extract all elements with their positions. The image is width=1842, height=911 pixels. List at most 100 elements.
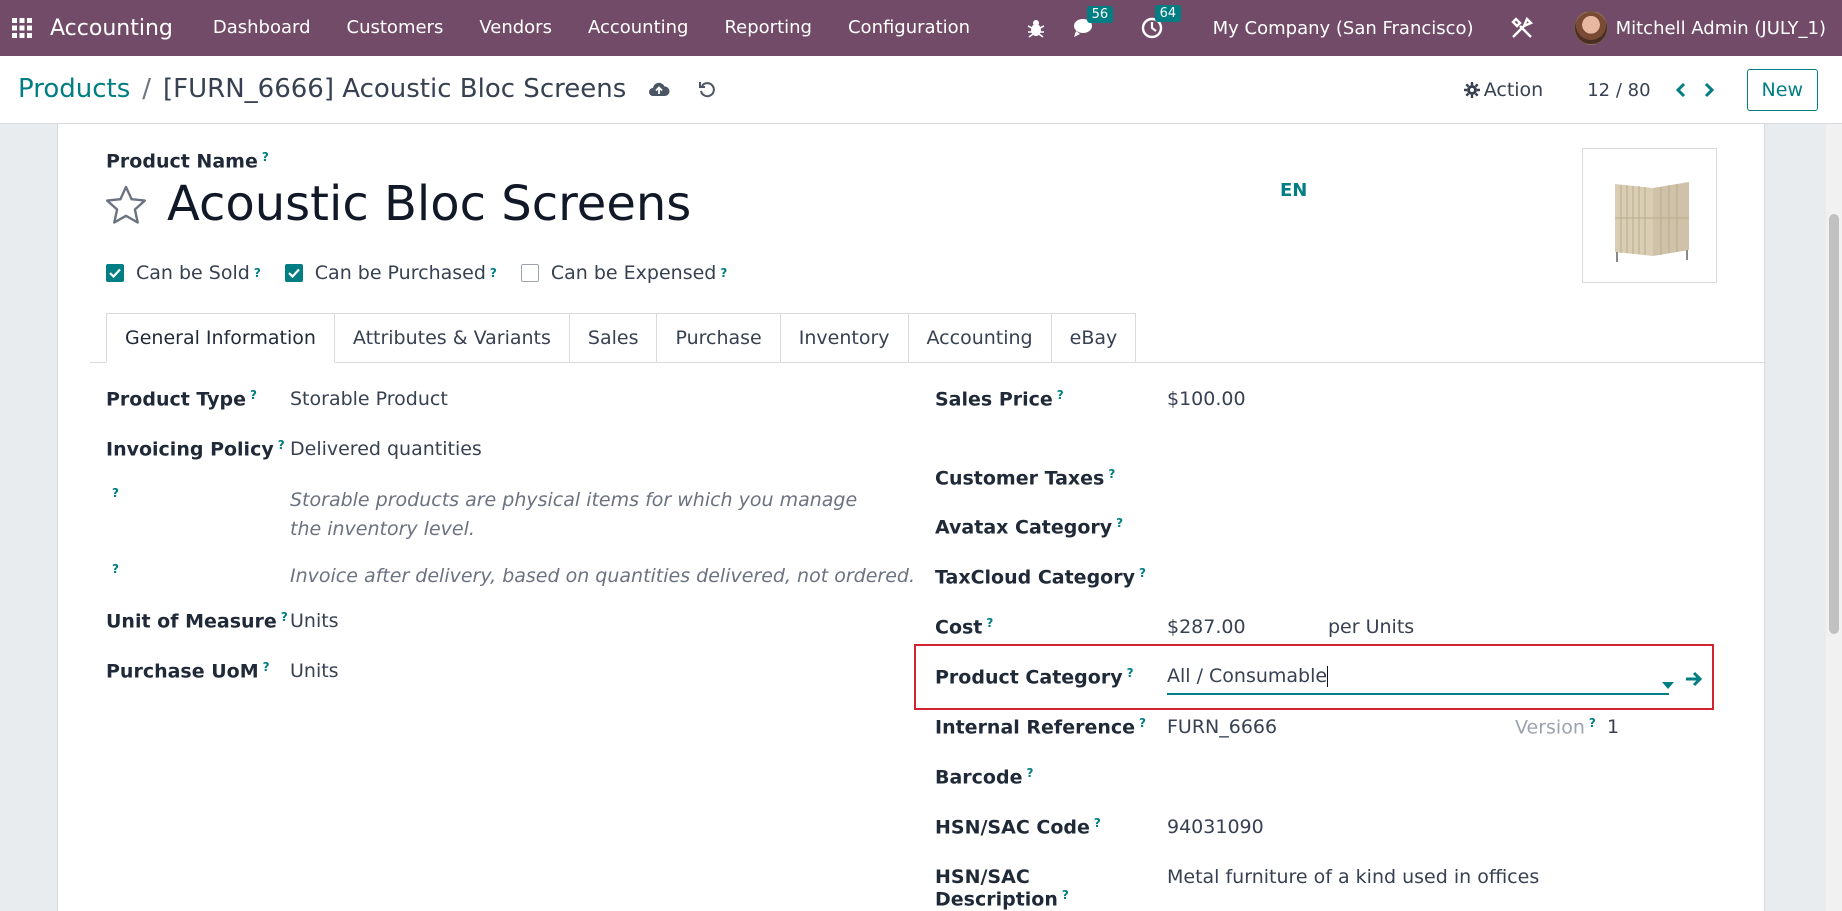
bug-icon[interactable]: [1027, 18, 1045, 38]
hsn-code-field[interactable]: 94031090: [1167, 816, 1264, 838]
uom-field[interactable]: Units: [290, 610, 339, 632]
breadcrumb-products-link[interactable]: Products: [18, 74, 130, 104]
product-type-note-row: ? Storable products are physical items f…: [106, 486, 870, 544]
menu-vendors[interactable]: Vendors: [461, 0, 570, 56]
user-name: Mitchell Admin (JULY_1): [1615, 17, 1826, 39]
tab-accounting[interactable]: Accounting: [907, 313, 1052, 362]
chat-icon[interactable]: 56: [1073, 6, 1114, 38]
control-panel-right: Action 12 / 80 New: [1463, 68, 1818, 112]
company-switcher[interactable]: My Company (San Francisco): [1213, 18, 1474, 39]
cost-row: Cost? $287.00 per Units: [935, 616, 1415, 639]
menu-configuration[interactable]: Configuration: [830, 0, 988, 56]
action-label: Action: [1483, 79, 1544, 101]
sales-price-row: Sales Price? $100.00: [935, 388, 1246, 411]
page-scrollbar[interactable]: [1826, 124, 1842, 911]
product-category-input[interactable]: All / Consumable: [1167, 665, 1669, 695]
product-category-value: All / Consumable: [1167, 665, 1328, 687]
pager-value[interactable]: 12 / 80: [1587, 80, 1650, 101]
taxcloud-row: TaxCloud Category?: [935, 566, 1146, 589]
product-image[interactable]: [1582, 148, 1717, 283]
breadcrumb-separator: /: [142, 74, 152, 104]
sales-price-field[interactable]: $100.00: [1167, 388, 1246, 410]
avatax-row: Avatax Category?: [935, 516, 1124, 539]
hsn-description-row: HSN/SAC Description? Metal furniture of …: [935, 866, 1540, 911]
tab-purchase[interactable]: Purchase: [656, 313, 781, 362]
arrow-right-icon[interactable]: [1685, 670, 1703, 692]
chevron-right-icon[interactable]: [1703, 82, 1715, 98]
breadcrumb: Products / [FURN_6666] Acoustic Bloc Scr…: [18, 74, 716, 104]
app-brand[interactable]: Accounting: [50, 16, 173, 41]
cost-field[interactable]: $287.00: [1167, 616, 1328, 638]
product-category-row: Product Category?: [935, 666, 1134, 689]
internal-reference-label: Internal Reference: [935, 716, 1136, 739]
product-type-field[interactable]: Storable Product: [290, 388, 448, 410]
clock-icon[interactable]: 64: [1141, 5, 1182, 39]
new-button[interactable]: New: [1746, 69, 1818, 111]
can-be-expensed-label: Can be Expensed: [550, 262, 717, 284]
barcode-label: Barcode: [935, 766, 1023, 789]
check-icon: [106, 264, 124, 282]
can-be-expensed-checkbox[interactable]: Can be Expensed?: [520, 262, 727, 284]
hsn-code-label: HSN/SAC Code: [935, 816, 1090, 839]
can-be-purchased-label: Can be Purchased: [314, 262, 486, 284]
menu-accounting[interactable]: Accounting: [570, 0, 707, 56]
uom-label: Unit of Measure: [106, 610, 277, 633]
product-flags: Can be Sold? Can be Purchased? Can be Ex…: [106, 262, 751, 284]
tools-icon[interactable]: [1510, 16, 1534, 40]
apps-grid-icon[interactable]: [0, 0, 44, 56]
invoicing-policy-row: Invoicing Policy? Delivered quantities: [106, 438, 482, 461]
tab-ebay[interactable]: eBay: [1050, 313, 1137, 362]
cloud-upload-icon[interactable]: [648, 80, 670, 98]
cost-unit: per Units: [1328, 616, 1415, 639]
star-icon[interactable]: [104, 184, 148, 230]
version-field[interactable]: 1: [1607, 716, 1619, 738]
gear-icon: [1463, 82, 1480, 98]
purchase-uom-field[interactable]: Units: [290, 660, 339, 682]
invoicing-policy-field[interactable]: Delivered quantities: [290, 438, 482, 460]
check-icon: [284, 264, 303, 282]
tab-inventory[interactable]: Inventory: [779, 313, 909, 362]
version-label: Version: [1515, 716, 1585, 739]
tab-general-information[interactable]: General Information: [106, 313, 335, 363]
user-menu[interactable]: Mitchell Admin (JULY_1): [1573, 11, 1826, 45]
avatax-label: Avatax Category: [935, 516, 1113, 539]
internal-reference-field[interactable]: FURN_6666: [1167, 716, 1515, 738]
hsn-description-field[interactable]: Metal furniture of a kind used in office…: [1167, 866, 1539, 888]
sales-price-label: Sales Price: [935, 388, 1053, 411]
caret-down-icon[interactable]: [1662, 675, 1674, 694]
menu-reporting[interactable]: Reporting: [706, 0, 830, 56]
can-be-sold-checkbox[interactable]: Can be Sold?: [106, 262, 261, 284]
product-type-note: Storable products are physical items for…: [290, 489, 858, 540]
undo-icon[interactable]: [698, 80, 716, 98]
control-panel: Products / [FURN_6666] Acoustic Bloc Scr…: [0, 56, 1842, 124]
can-be-sold-label: Can be Sold: [136, 262, 250, 284]
chevron-left-icon[interactable]: [1675, 82, 1687, 98]
can-be-purchased-checkbox[interactable]: Can be Purchased?: [284, 262, 497, 284]
top-navbar: Accounting Dashboard Customers Vendors A…: [0, 0, 1842, 56]
product-type-row: Product Type? Storable Product: [106, 388, 448, 411]
main-menu: Dashboard Customers Vendors Accounting R…: [195, 0, 988, 56]
product-name-label: Product Name?: [106, 150, 269, 173]
tab-sales[interactable]: Sales: [568, 313, 658, 362]
breadcrumb-current: [FURN_6666] Acoustic Bloc Screens: [163, 74, 627, 104]
hsn-code-row: HSN/SAC Code? 94031090: [935, 816, 1264, 839]
purchase-uom-label: Purchase UoM: [106, 660, 259, 683]
product-type-label: Product Type: [106, 388, 247, 411]
customer-taxes-row: Customer Taxes?: [935, 467, 1116, 490]
scrollbar-thumb[interactable]: [1829, 214, 1839, 634]
purchase-uom-row: Purchase UoM? Units: [106, 660, 339, 683]
action-button[interactable]: Action: [1463, 79, 1544, 101]
invoicing-note: Invoice after delivery, based on quantit…: [290, 565, 915, 587]
hsn-description-label: HSN/SAC Description: [935, 866, 1058, 911]
customer-taxes-label: Customer Taxes: [935, 467, 1105, 490]
empty-checkbox-icon: [520, 264, 539, 282]
activities-badge: 64: [1154, 5, 1182, 22]
form-sheet: Product Name? Acoustic Bloc Screens EN C…: [57, 124, 1766, 911]
menu-dashboard[interactable]: Dashboard: [195, 0, 329, 56]
language-button[interactable]: EN: [1280, 180, 1307, 201]
menu-customers[interactable]: Customers: [329, 0, 462, 56]
product-name-input[interactable]: Acoustic Bloc Screens: [167, 176, 691, 232]
tab-attributes-variants[interactable]: Attributes & Variants: [333, 313, 570, 362]
taxcloud-label: TaxCloud Category: [935, 566, 1135, 589]
navbar-systray: 56 64 My Company (San Francisco) Mitchel…: [1013, 0, 1842, 56]
